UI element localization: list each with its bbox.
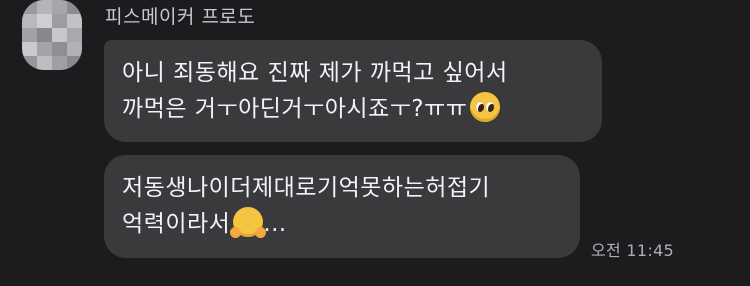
avatar-pixel (52, 28, 67, 42)
message-text-line: 억력이라서 (122, 211, 231, 237)
message-text-line-with-emoji: 까먹은 거ㅜ아딘거ㅜ아시죠ㅜ?ㅠㅠ (122, 91, 584, 127)
avatar-pixel (67, 28, 82, 42)
avatar-pixel (52, 14, 67, 28)
avatar-pixel (37, 14, 52, 28)
avatar-pixel (67, 56, 82, 70)
message-bubble[interactable]: 저동생나이더제대로기억못하는허접기 억력이라서... (104, 155, 580, 258)
avatar-pixel (22, 28, 37, 42)
avatar-pixel (52, 42, 67, 56)
message-trailing-text: ... (263, 211, 287, 237)
message-text-line: 까먹은 거ㅜ아딘거ㅜ아시죠ㅜ?ㅠㅠ (122, 96, 468, 122)
avatar-pixel (37, 56, 52, 70)
avatar-pixel (67, 42, 82, 56)
avatar-pixel (37, 28, 52, 42)
message-text-line: 아니 죄동해요 진짜 제가 까먹고 싶어서 (122, 60, 508, 86)
hugging-face-icon (230, 207, 267, 238)
avatar-pixel (52, 56, 67, 70)
avatar-pixel (37, 42, 52, 56)
avatar-pixel (22, 0, 37, 14)
avatar-pixel (67, 14, 82, 28)
avatar-pixel (22, 56, 37, 70)
message-bubble[interactable]: 아니 죄동해요 진짜 제가 까먹고 싶어서 까먹은 거ㅜ아딘거ㅜ아시죠ㅜ?ㅠㅠ (104, 40, 602, 142)
avatar-pixel (67, 0, 82, 14)
sender-name[interactable]: 피스메이커 프로도 (105, 2, 255, 29)
avatar-pixel (52, 0, 67, 14)
message-text-line: 저동생나이더제대로기억못하는허접기 (122, 175, 491, 201)
avatar[interactable] (22, 0, 82, 70)
pleading-face-icon (470, 92, 501, 122)
message-timestamp: 오전 11:45 (591, 241, 675, 260)
avatar-pixel (37, 0, 52, 14)
avatar-pixel (22, 14, 37, 28)
message-text-line-with-emoji: 억력이라서... (122, 206, 562, 242)
chat-conversation: 피스메이커 프로도 아니 죄동해요 진짜 제가 까먹고 싶어서 까먹은 거ㅜ아딘… (0, 0, 750, 286)
avatar-pixel (22, 42, 37, 56)
